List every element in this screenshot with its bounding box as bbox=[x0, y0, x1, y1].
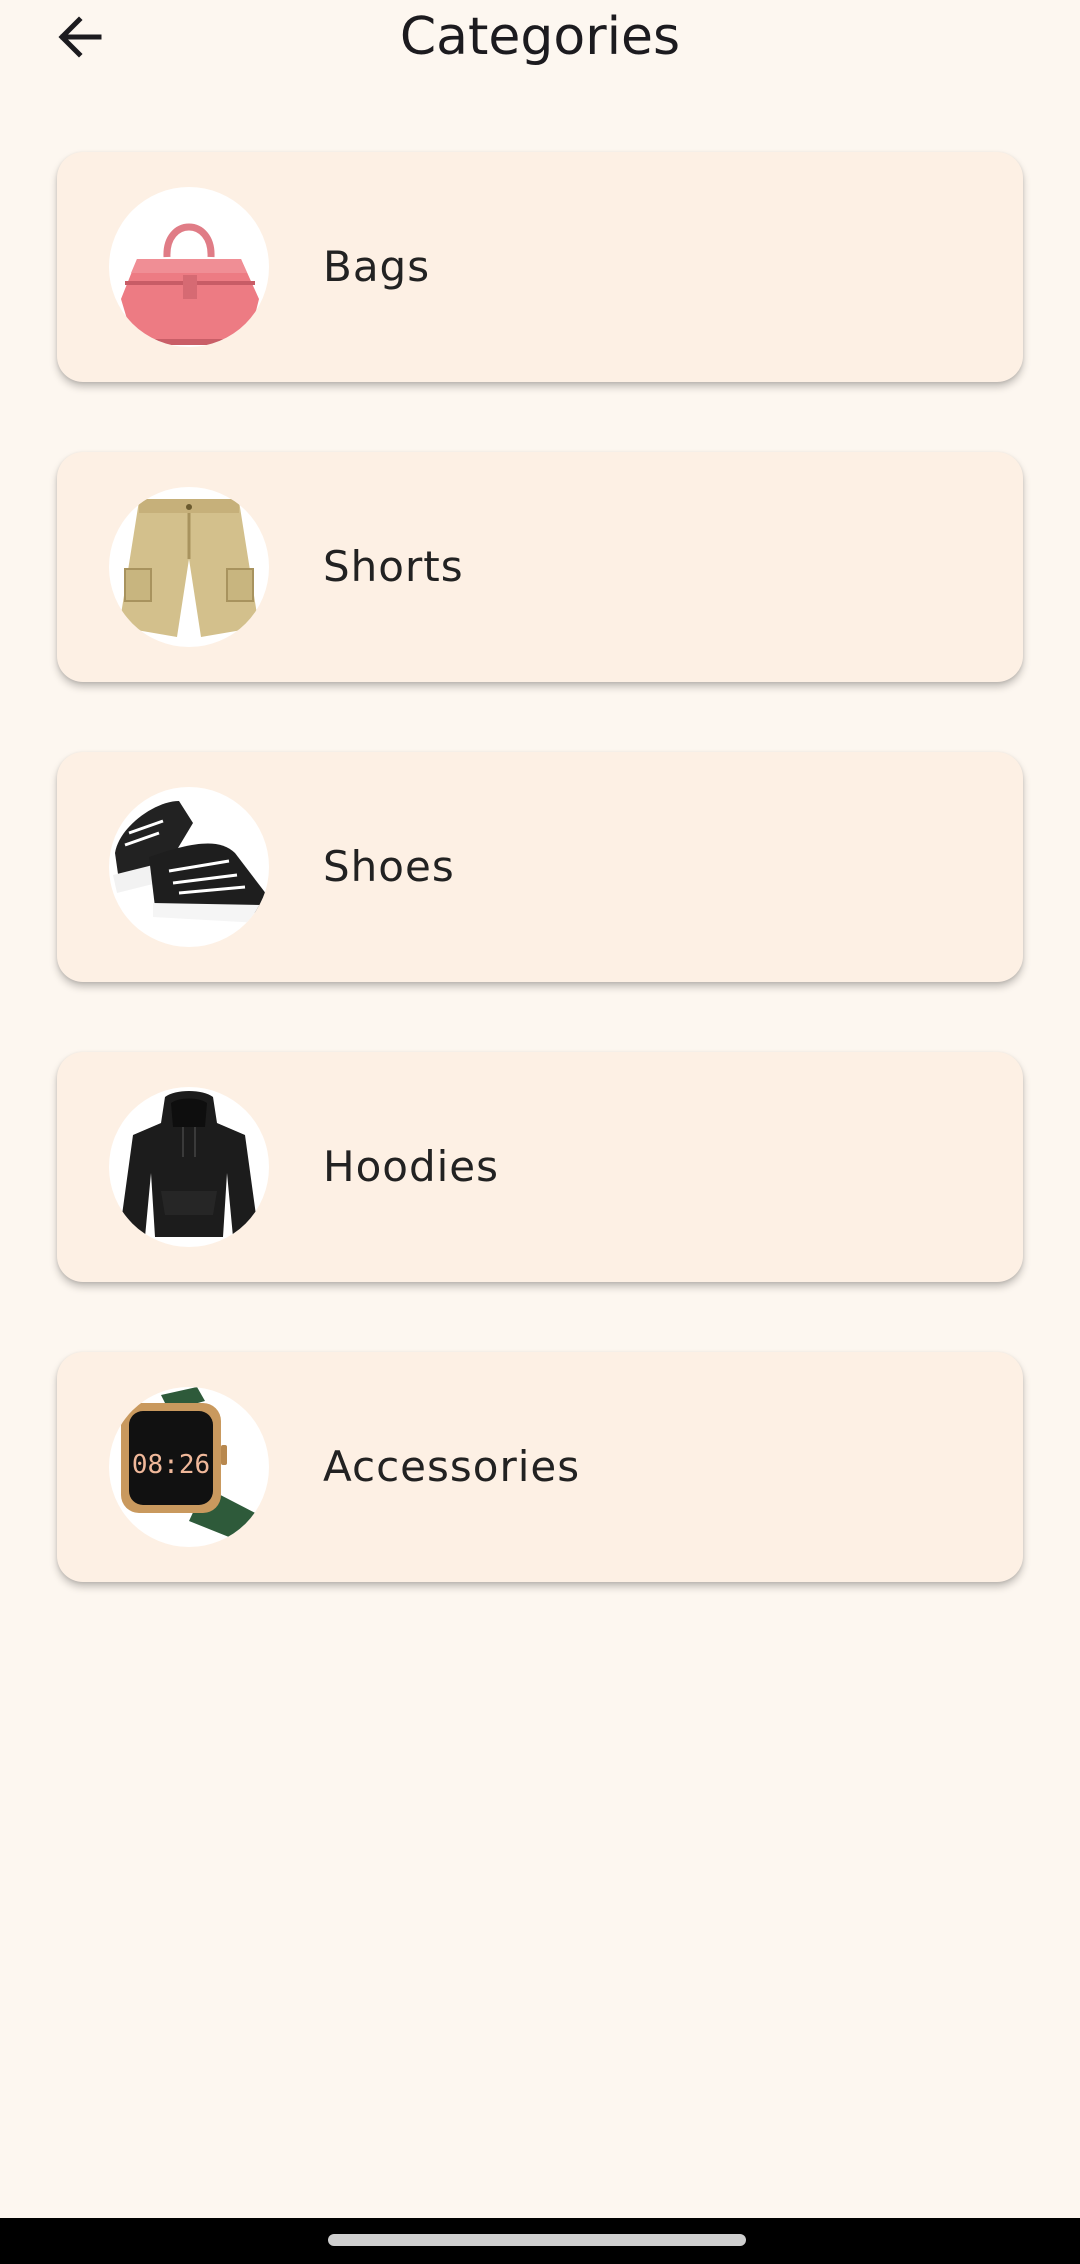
sneakers-image bbox=[113, 801, 267, 923]
system-navigation-bar bbox=[0, 2218, 1080, 2264]
smartwatch-image: 08:26 bbox=[121, 1387, 259, 1545]
top-app-bar: Categories bbox=[0, 0, 1080, 80]
bags-thumbnail bbox=[109, 187, 269, 347]
shoes-thumbnail bbox=[109, 787, 269, 947]
category-card-hoodies[interactable]: Hoodies bbox=[57, 1052, 1023, 1282]
category-card-accessories[interactable]: 08:26 Accessories bbox=[57, 1352, 1023, 1582]
category-card-shoes[interactable]: Shoes bbox=[57, 752, 1023, 982]
handbag-image bbox=[121, 223, 259, 345]
accessories-thumbnail: 08:26 bbox=[109, 1387, 269, 1547]
category-card-bags[interactable]: Bags bbox=[57, 152, 1023, 382]
category-card-shorts[interactable]: Shorts bbox=[57, 452, 1023, 682]
category-list: Bags Shorts Shoes Hoodies 08:26 Accessor… bbox=[57, 152, 1023, 1652]
category-label: Hoodies bbox=[323, 1142, 500, 1191]
shorts-thumbnail bbox=[109, 487, 269, 647]
category-label: Shoes bbox=[323, 842, 455, 891]
shorts-image bbox=[119, 499, 259, 637]
category-label: Bags bbox=[323, 242, 431, 291]
watch-time: 08:26 bbox=[132, 1450, 210, 1480]
hoodies-thumbnail bbox=[109, 1087, 269, 1247]
category-label: Shorts bbox=[323, 542, 464, 591]
category-label: Accessories bbox=[323, 1442, 581, 1491]
hoodie-image bbox=[119, 1091, 259, 1237]
page-title: Categories bbox=[399, 7, 681, 67]
gesture-handle[interactable] bbox=[328, 2234, 746, 2246]
